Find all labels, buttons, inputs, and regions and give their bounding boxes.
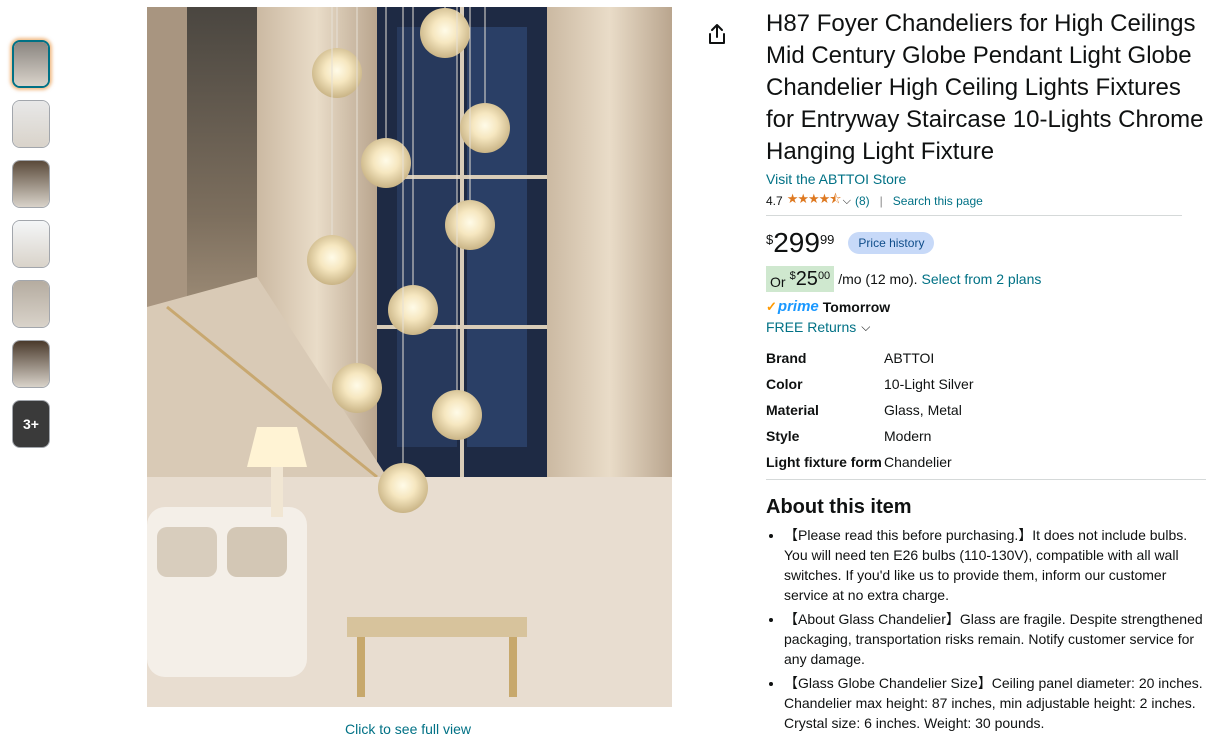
thumbnail-picture (13, 101, 49, 147)
prime-logo: prime (777, 298, 819, 315)
price-block: $ 299 99 Price history (766, 228, 1206, 258)
price-history-button[interactable]: Price history (848, 232, 935, 254)
free-returns-label: FREE Returns (766, 319, 857, 335)
spec-table: Brand ABTTOI Color 10-Light Silver Material G… (766, 345, 974, 475)
product-title: H87 Foyer Chandeliers for High Ceilings … (766, 10, 1204, 165)
globe-pendant (388, 285, 438, 335)
star-rating-icon[interactable]: ★★★★⯪ (787, 190, 842, 212)
thumbnail-picture (13, 161, 49, 207)
review-count-link[interactable]: (8) (855, 194, 870, 208)
price-whole: 299 (773, 227, 820, 258)
spec-key: Brand (766, 350, 807, 366)
product-details: H87 Foyer Chandeliers for High Ceilings … (766, 8, 1206, 737)
spec-value: 10-Light Silver (884, 376, 974, 392)
globe-pendant (420, 8, 470, 58)
spec-key: Material (766, 402, 819, 418)
divider: | (879, 194, 883, 208)
delivery-date: Tomorrow (822, 298, 891, 315)
thumbnail-picture (13, 341, 49, 387)
spec-value: Modern (884, 428, 932, 444)
thumbnail-picture (13, 221, 49, 267)
spec-row: Style Modern (766, 423, 974, 449)
spec-key: Light fixture form (766, 454, 882, 470)
thumb-image-2[interactable] (12, 100, 50, 148)
spec-row: Brand ABTTOI (766, 345, 974, 371)
full-view-link[interactable]: Click to see full view (345, 721, 471, 737)
share-icon[interactable] (706, 22, 728, 46)
chevron-down-icon[interactable]: ⌵ (861, 320, 870, 335)
thumbnail-picture (14, 42, 48, 86)
spec-key: Style (766, 428, 800, 444)
free-returns-link[interactable]: FREE Returns ⌵ (766, 319, 1206, 335)
divider-line (766, 215, 1182, 216)
about-heading: About this item (766, 496, 912, 518)
price-symbol: $ (766, 232, 774, 247)
prime-delivery: ✓ prime Tomorrow (766, 298, 1206, 315)
globe-pendant (312, 48, 362, 98)
thumb-image-4[interactable] (12, 220, 50, 268)
main-product-image[interactable] (147, 7, 672, 707)
chandelier-photo (147, 7, 672, 707)
monthly-highlight: Or $ 25 00 (766, 266, 835, 292)
spec-value: ABTTOI (884, 350, 935, 366)
globe-pendant (432, 390, 482, 440)
globe-pendant (307, 235, 357, 285)
globe-pendant (378, 463, 428, 513)
divider-line (766, 479, 1206, 480)
spec-value: Chandelier (884, 454, 952, 470)
spec-key: Color (766, 376, 803, 392)
monthly-payment: Or $ 25 00 /mo (12 mo). Select from 2 pl… (766, 266, 1206, 292)
rating-row: 4.7 ★★★★⯪ ⌵ (8) | Search this page (766, 190, 1206, 212)
spec-value: Glass, Metal (884, 402, 962, 418)
about-bullet: 【About Glass Chandelier】Glass are fragil… (784, 609, 1206, 669)
about-bullet: 【Please read this before purchasing.】It … (784, 525, 1206, 605)
thumb-image-1[interactable] (12, 40, 50, 88)
chevron-down-icon[interactable]: ⌵ (843, 195, 851, 208)
globe-pendant (460, 103, 510, 153)
thumb-image-3[interactable] (12, 160, 50, 208)
monthly-term: /mo (12 mo). (838, 271, 918, 287)
rating-value: 4.7 (766, 194, 783, 208)
monthly-whole: 25 (795, 268, 818, 290)
select-plans-link[interactable]: Select from 2 plans (922, 271, 1042, 287)
search-this-page-link[interactable]: Search this page (893, 194, 983, 208)
about-bullet: 【Glass Globe Chandelier Size】Ceiling pan… (784, 673, 1206, 733)
store-link[interactable]: Visit the ABTTOI Store (766, 171, 1206, 187)
globe-pendant (445, 200, 495, 250)
globe-pendant (332, 363, 382, 413)
thumbnail-strip: 3+ (12, 40, 52, 460)
more-images-button[interactable]: 3+ (12, 400, 50, 448)
about-bullets: 【Please read this before purchasing.】It … (766, 525, 1206, 733)
monthly-prefix: Or (770, 274, 786, 290)
price-fraction: 99 (819, 232, 835, 247)
spec-row: Material Glass, Metal (766, 397, 974, 423)
spec-row: Light fixture form Chandelier (766, 449, 974, 475)
monthly-fraction: 00 (817, 270, 831, 282)
thumbnail-picture (13, 281, 49, 327)
spec-row: Color 10-Light Silver (766, 371, 974, 397)
thumb-image-5[interactable] (12, 280, 50, 328)
thumb-image-6[interactable] (12, 340, 50, 388)
prime-check-icon: ✓ (766, 298, 777, 314)
